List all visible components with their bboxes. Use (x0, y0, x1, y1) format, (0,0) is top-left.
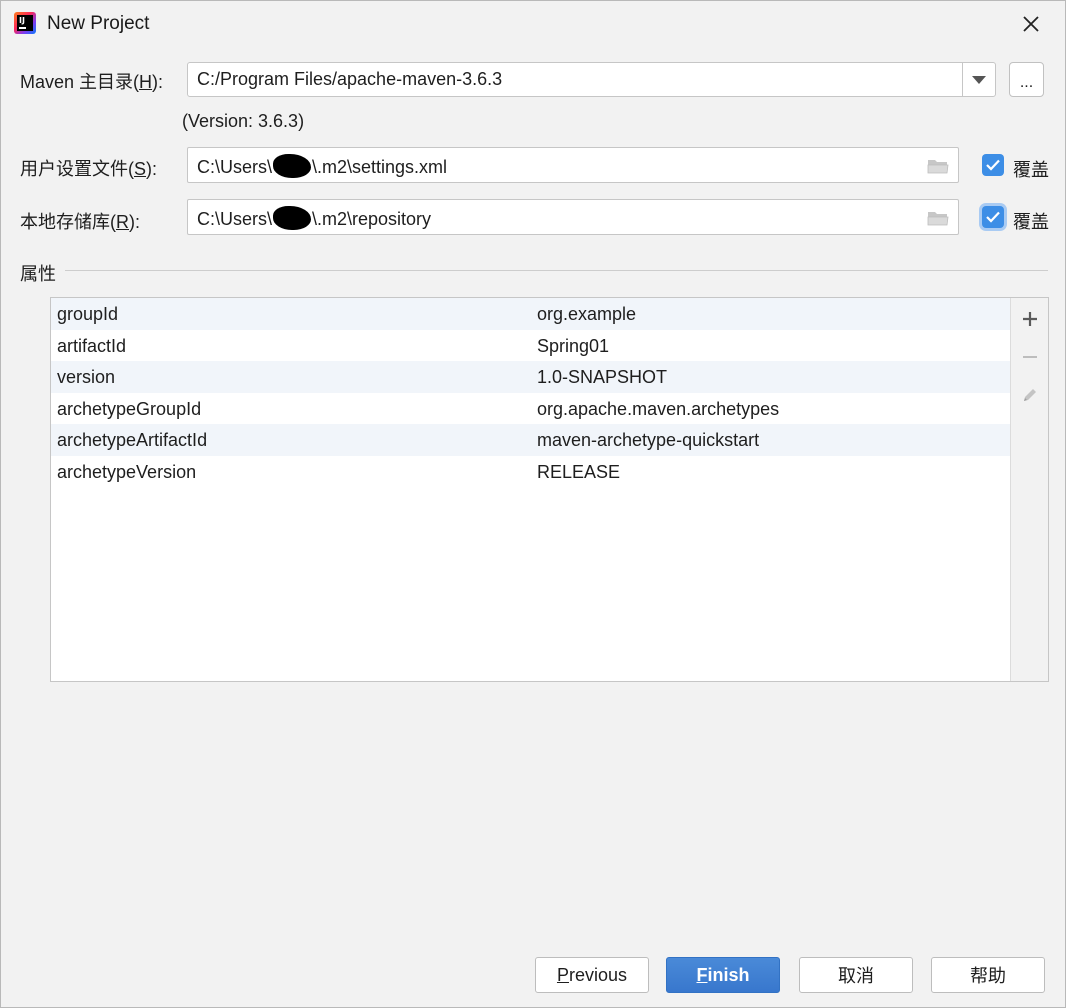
table-row[interactable]: artifactId Spring01 (51, 330, 1010, 362)
folder-icon[interactable] (927, 209, 949, 227)
settings-override-checkbox[interactable] (982, 154, 1004, 176)
edit-icon (1024, 389, 1036, 401)
help-button[interactable]: 帮助 (931, 957, 1045, 993)
property-key: version (57, 367, 116, 387)
folder-icon[interactable] (927, 157, 949, 175)
remove-icon (1023, 356, 1037, 358)
title-bar: IJ New Project (1, 1, 1065, 47)
add-property-button[interactable] (1017, 306, 1043, 332)
settings-file-field[interactable]: C:\Users\ \.m2\settings.xml (187, 147, 959, 183)
maven-home-value: C:/Program Files/apache-maven-3.6.3 (197, 69, 503, 89)
table-row[interactable]: archetypeGroupId org.apache.maven.archet… (51, 393, 1010, 425)
maven-home-dropdown-button[interactable] (962, 63, 995, 96)
property-value[interactable]: RELEASE (537, 462, 620, 483)
maven-version-note: (Version: 3.6.3) (182, 111, 305, 131)
window-title: New Project (47, 13, 150, 34)
add-icon (1023, 312, 1037, 326)
property-value[interactable]: org.example (537, 304, 636, 325)
close-icon (1023, 16, 1039, 32)
table-row[interactable]: groupId org.example (51, 298, 1010, 330)
maven-home-combo[interactable]: C:/Program Files/apache-maven-3.6.3 (187, 62, 996, 97)
maven-home-label: Maven 主目录(H): (20, 72, 164, 92)
table-row[interactable]: archetypeArtifactId maven-archetype-quic… (51, 424, 1010, 456)
properties-table: groupId org.example artifactId Spring01 … (51, 298, 1010, 487)
cancel-button[interactable]: 取消 (799, 957, 913, 993)
previous-button[interactable]: Previous (535, 957, 649, 993)
settings-override-label: 覆盖 (1013, 160, 1049, 180)
local-repo-override-checkbox[interactable] (982, 206, 1004, 228)
property-value[interactable]: org.apache.maven.archetypes (537, 399, 779, 420)
local-repo-value: C:\Users\ \.m2\repository (197, 206, 431, 230)
settings-file-value: C:\Users\ \.m2\settings.xml (197, 154, 447, 178)
maven-home-browse-button[interactable]: ... (1009, 62, 1044, 97)
property-value[interactable]: 1.0-SNAPSHOT (537, 367, 667, 388)
chevron-down-icon (972, 75, 986, 84)
checkmark-icon (986, 159, 1000, 171)
remove-property-button[interactable] (1017, 344, 1043, 370)
property-value[interactable]: maven-archetype-quickstart (537, 430, 759, 451)
new-project-dialog: IJ New Project Maven 主目录(H): C:/Program … (0, 0, 1066, 1008)
section-divider (65, 270, 1048, 271)
properties-toolbar (1010, 298, 1048, 681)
property-value[interactable]: Spring01 (537, 336, 609, 357)
properties-panel: groupId org.example artifactId Spring01 … (50, 297, 1049, 682)
property-key: archetypeGroupId (57, 398, 202, 419)
property-key: archetypeArtifactId (57, 430, 208, 450)
property-key: groupId (57, 304, 119, 324)
property-key: artifactId (57, 335, 127, 356)
table-row[interactable]: archetypeVersion RELEASE (51, 456, 1010, 488)
local-repo-field[interactable]: C:\Users\ \.m2\repository (187, 199, 959, 235)
redacted-username (273, 206, 312, 230)
redacted-username (273, 154, 312, 178)
table-row[interactable]: version 1.0-SNAPSHOT (51, 361, 1010, 393)
properties-title: 属性 (20, 264, 56, 284)
checkmark-icon (986, 211, 1000, 223)
finish-button[interactable]: Finish (666, 957, 780, 993)
settings-file-label: 用户设置文件(S): (20, 159, 158, 179)
close-button[interactable] (1013, 7, 1049, 41)
local-repo-label: 本地存储库(R): (20, 212, 140, 232)
edit-property-button[interactable] (1017, 382, 1043, 408)
intellij-logo-icon: IJ (14, 12, 36, 34)
property-key: archetypeVersion (57, 461, 197, 482)
local-repo-override-label: 覆盖 (1013, 212, 1049, 232)
